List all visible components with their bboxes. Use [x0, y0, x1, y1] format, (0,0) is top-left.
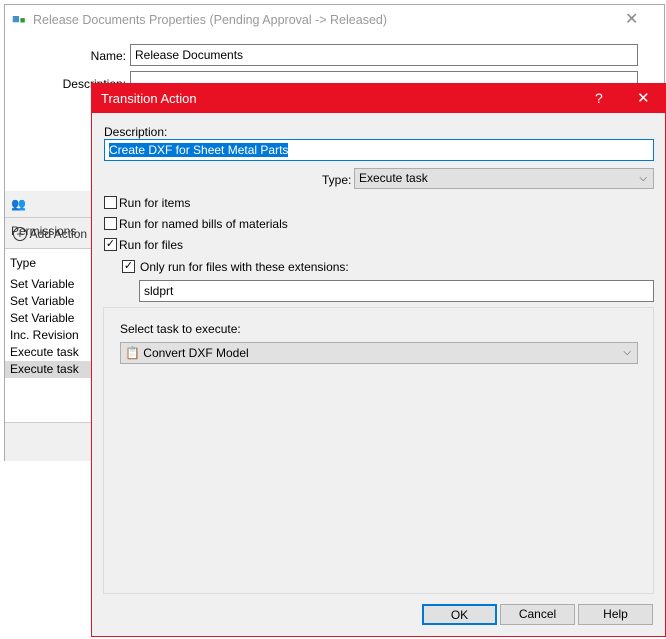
actions-list: Type Set Variable Set Variable Set Variabl… — [5, 248, 92, 423]
title-bar: Transition Action ? ✕ — [92, 84, 665, 113]
list-item[interactable]: Inc. Revision — [5, 327, 92, 344]
help-icon[interactable]: ? — [595, 90, 603, 106]
list-item[interactable]: Set Variable — [5, 293, 92, 310]
checkbox[interactable] — [104, 217, 117, 230]
description-label: Description: — [104, 125, 168, 139]
window-title: Release Documents Properties (Pending Ap… — [33, 13, 388, 27]
task-clipboard-icon: 📋 — [125, 346, 140, 360]
task-select[interactable]: 📋 Convert DXF Model ⌵ — [120, 342, 638, 364]
name-input[interactable]: Release Documents — [130, 44, 638, 66]
dialog-title: Transition Action — [101, 91, 197, 106]
list-item[interactable]: Execute task — [5, 344, 92, 361]
transition-action-dialog: Transition Action ? ✕ Description: Creat… — [91, 83, 666, 637]
type-label: Type: — [322, 173, 352, 187]
workflow-icon: ■■ — [12, 11, 26, 26]
actions-pane: 👥 Permissions + Add Action Type Set Vari… — [5, 191, 92, 461]
chevron-down-icon: ⌵ — [623, 347, 631, 358]
close-icon[interactable]: ✕ — [637, 89, 650, 107]
help-button[interactable]: Help — [578, 604, 653, 625]
task-group: Select task to execute: 📋 Convert DXF Mo… — [103, 307, 654, 594]
list-item[interactable]: Set Variable — [5, 276, 92, 293]
users-icon: 👥 — [11, 197, 26, 211]
checkbox[interactable]: ✓ — [104, 238, 117, 251]
task-label: Select task to execute: — [120, 322, 241, 336]
close-icon[interactable]: ✕ — [625, 9, 638, 29]
cancel-button[interactable]: Cancel — [500, 604, 575, 625]
type-select[interactable]: Execute task ⌵ — [354, 168, 654, 189]
description-input[interactable]: Create DXF for Sheet Metal Parts — [104, 139, 654, 161]
ok-button[interactable]: OK — [422, 604, 497, 625]
chevron-down-icon: ⌵ — [639, 173, 647, 184]
checkbox[interactable]: ✓ — [122, 260, 135, 273]
name-label: Name: — [90, 49, 126, 63]
checkbox[interactable] — [104, 196, 117, 209]
list-item[interactable]: Execute task — [5, 361, 92, 378]
list-item[interactable]: Set Variable — [5, 310, 92, 327]
plus-circle-icon: + — [13, 227, 27, 241]
tab-permissions[interactable]: 👥 Permissions — [5, 191, 92, 238]
extensions-input[interactable]: sldprt — [139, 280, 654, 302]
list-header-type: Type — [5, 255, 92, 272]
add-action-button[interactable]: + Add Action — [13, 227, 87, 241]
